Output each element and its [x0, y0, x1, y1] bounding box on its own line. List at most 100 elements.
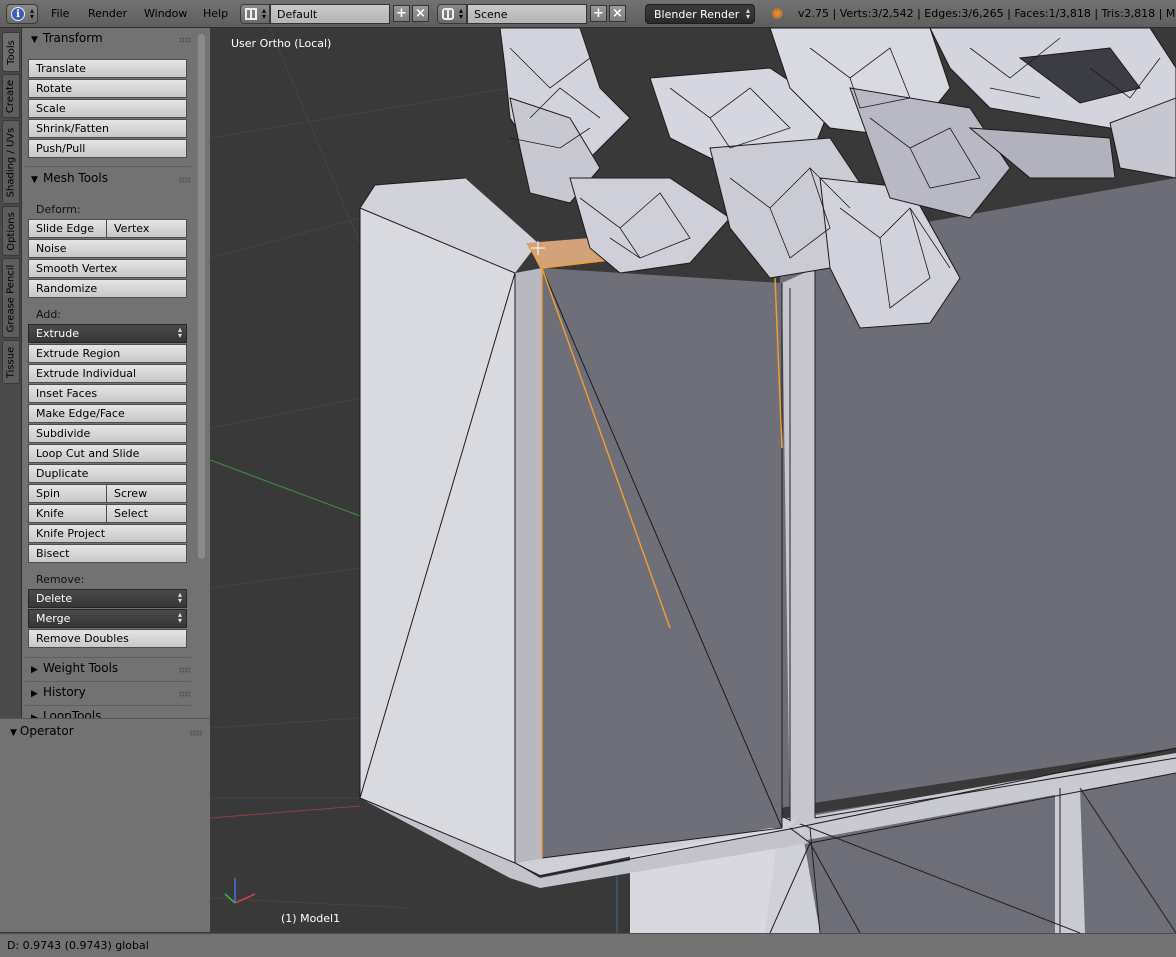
smooth-vertex-button[interactable]: Smooth Vertex [28, 259, 187, 278]
tab-tissue[interactable]: Tissue [2, 340, 20, 384]
top-header: i ▴ ▾ File Render Window Help ▴ ▾ Default … [0, 0, 1176, 28]
remove-layout-button[interactable]: × [412, 5, 429, 22]
tab-options[interactable]: Options [2, 206, 20, 256]
make-edge-face-button[interactable]: Make Edge/Face [28, 404, 187, 423]
subdivide-button[interactable]: Subdivide [28, 424, 187, 443]
layout-field[interactable]: Default [270, 4, 390, 24]
loop-cut-slide-button[interactable]: Loop Cut and Slide [28, 444, 187, 463]
drag-grip-icon[interactable] [179, 667, 191, 673]
menu-window[interactable]: Window [144, 7, 187, 20]
3d-viewport[interactable]: User Ortho (Local) (1) Model1 [210, 28, 1176, 933]
add-label: Add: [36, 308, 62, 321]
looptools-panel-header[interactable]: ▶ LoopTools [25, 709, 191, 718]
mesh-face [515, 268, 542, 863]
viewport-scene [210, 28, 1176, 933]
y-axis-line [210, 459, 361, 517]
view-mode-label: User Ortho (Local) [231, 37, 332, 50]
deform-label: Deform: [36, 203, 81, 216]
slide-vertex-button[interactable]: Vertex [106, 219, 187, 238]
operator-panel-header[interactable]: ▼ Operator [10, 724, 74, 738]
drag-grip-icon[interactable] [190, 730, 202, 736]
tab-shading-uvs[interactable]: Shading / UVs [2, 120, 20, 204]
bisect-button[interactable]: Bisect [28, 544, 187, 563]
scale-button[interactable]: Scale [28, 99, 187, 118]
randomize-button[interactable]: Randomize [28, 279, 187, 298]
panel-divider [25, 657, 191, 658]
transform-readout: D: 0.9743 (0.9743) global [7, 939, 149, 952]
menu-help[interactable]: Help [203, 7, 228, 20]
remove-scene-button[interactable]: × [609, 5, 626, 22]
merge-value: Merge [36, 612, 71, 625]
noise-button[interactable]: Noise [28, 239, 187, 258]
expand-triangle-icon: ▶ [31, 665, 38, 675]
knife-button[interactable]: Knife [28, 504, 107, 523]
scene-icon-button[interactable]: ▴ ▾ [437, 4, 467, 24]
render-engine-value: Blender Render [654, 8, 740, 21]
scene-field[interactable]: Scene [467, 4, 587, 24]
scene-stats: v2.75 | Verts:3/2,542 | Edges:3/6,265 | … [798, 7, 1176, 20]
delete-select[interactable]: Delete ▴ ▾ [28, 589, 187, 608]
expand-triangle-icon: ▶ [31, 689, 38, 699]
active-object-label: (1) Model1 [281, 912, 341, 925]
remove-label: Remove: [36, 573, 85, 586]
tool-shelf-tabs: Tools Create Shading / UVs Options Greas… [0, 28, 22, 718]
scene-icon [442, 8, 454, 20]
collapse-triangle-icon: ▼ [31, 175, 38, 185]
tool-shelf: ▼ Transform Translate Rotate Scale Shrink… [22, 28, 210, 718]
drag-grip-icon[interactable] [179, 37, 191, 43]
inset-faces-button[interactable]: Inset Faces [28, 384, 187, 403]
status-bar: D: 0.9743 (0.9743) global [0, 933, 1176, 957]
extrude-select[interactable]: Extrude ▴ ▾ [28, 324, 187, 343]
tab-create[interactable]: Create [2, 74, 20, 118]
add-scene-button[interactable]: + [590, 5, 607, 22]
push-pull-button[interactable]: Push/Pull [28, 139, 187, 158]
extrude-region-button[interactable]: Extrude Region [28, 344, 187, 363]
screen-layout-icon [245, 8, 257, 20]
render-engine-select[interactable]: Blender Render ▴ ▾ [645, 4, 755, 24]
extrude-individual-button[interactable]: Extrude Individual [28, 364, 187, 383]
tab-tools[interactable]: Tools [2, 32, 20, 72]
updown-arrow-icon: ▴ ▾ [458, 6, 463, 21]
screw-button[interactable]: Screw [106, 484, 187, 503]
drag-grip-icon[interactable] [179, 177, 191, 183]
spin-button[interactable]: Spin [28, 484, 107, 503]
updown-arrow-icon: ▴ ▾ [745, 6, 750, 21]
merge-select[interactable]: Merge ▴ ▾ [28, 609, 187, 628]
menu-render[interactable]: Render [88, 7, 127, 20]
shrink-fatten-button[interactable]: Shrink/Fatten [28, 119, 187, 138]
tab-grease-pencil[interactable]: Grease Pencil [2, 258, 20, 338]
collapse-triangle-icon: ▼ [10, 728, 17, 738]
panel-divider [25, 681, 191, 682]
knife-select-button[interactable]: Select [106, 504, 187, 523]
blender-logo-icon: ✺ [771, 5, 784, 23]
editor-type-button[interactable]: i ▴ ▾ [6, 4, 38, 24]
drag-grip-icon[interactable] [179, 691, 191, 697]
knife-project-button[interactable]: Knife Project [28, 524, 187, 543]
operator-panel: ▼ Operator [0, 718, 210, 932]
panel-divider [25, 705, 191, 706]
tool-shelf-scrollbar[interactable] [198, 34, 205, 559]
slide-edge-button[interactable]: Slide Edge [28, 219, 107, 238]
add-layout-button[interactable]: + [393, 5, 410, 22]
remove-doubles-button[interactable]: Remove Doubles [28, 629, 187, 648]
menu-file[interactable]: File [51, 7, 69, 20]
updown-arrow-icon: ▴ ▾ [177, 610, 182, 625]
updown-arrow-icon: ▴ ▾ [29, 6, 34, 21]
delete-value: Delete [36, 592, 73, 605]
x-axis-line [210, 805, 361, 819]
transform-panel-header[interactable]: ▼ Transform [25, 31, 191, 51]
extrude-value: Extrude [36, 327, 80, 340]
duplicate-button[interactable]: Duplicate [28, 464, 187, 483]
updown-arrow-icon: ▴ ▾ [177, 325, 182, 340]
panel-divider [25, 166, 191, 167]
layout-icon-button[interactable]: ▴ ▾ [240, 4, 270, 24]
mesh-face [542, 268, 782, 858]
translate-button[interactable]: Translate [28, 59, 187, 78]
info-icon: i [11, 7, 25, 21]
history-panel-header[interactable]: ▶ History [25, 685, 191, 705]
weight-tools-panel-header[interactable]: ▶ Weight Tools [25, 661, 191, 681]
rotate-button[interactable]: Rotate [28, 79, 187, 98]
mesh-tools-panel-header[interactable]: ▼ Mesh Tools [25, 171, 191, 191]
updown-arrow-icon: ▴ ▾ [177, 590, 182, 605]
collapse-triangle-icon: ▼ [31, 35, 38, 45]
